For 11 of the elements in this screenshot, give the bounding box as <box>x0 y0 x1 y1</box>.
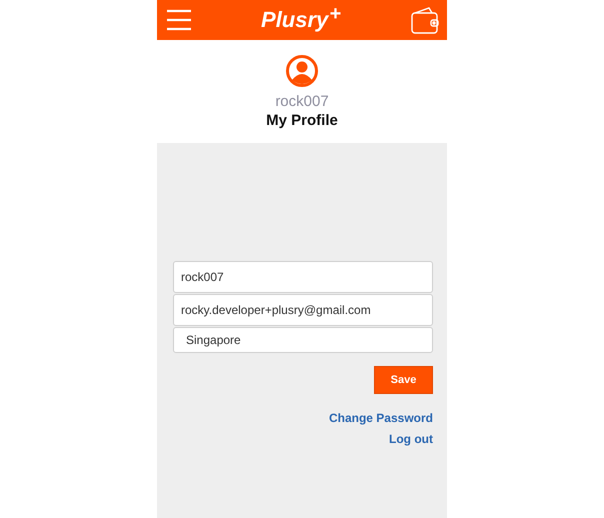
menu-icon[interactable] <box>167 8 191 32</box>
avatar-icon <box>286 55 318 87</box>
country-field[interactable]: Singapore <box>173 327 433 353</box>
wallet-icon[interactable] <box>410 6 439 34</box>
logout-link[interactable]: Log out <box>389 432 433 446</box>
username-text: rock007 <box>275 93 329 110</box>
change-password-link[interactable]: Change Password <box>328 411 433 425</box>
input-field[interactable]: rocky.developer+plusry@gmail.com <box>173 294 433 326</box>
input-field[interactable]: rock007 <box>173 261 433 293</box>
app-logo: Plusry+ <box>261 7 341 33</box>
page-title: My Profile <box>266 112 338 129</box>
